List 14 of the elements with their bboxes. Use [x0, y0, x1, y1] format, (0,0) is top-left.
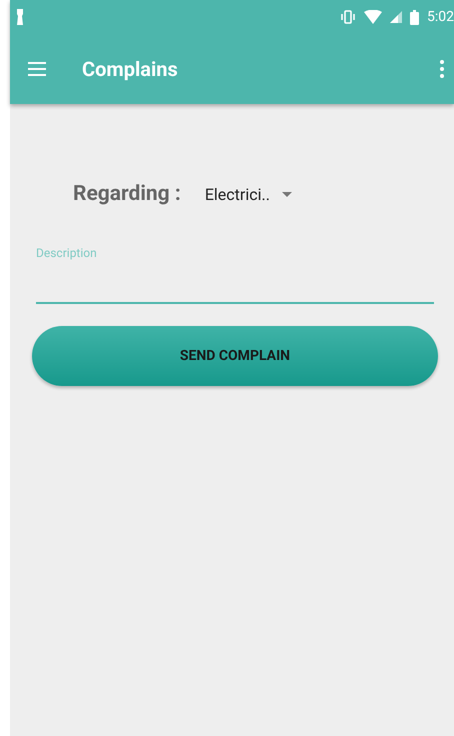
signal-icon — [390, 11, 402, 23]
dropdown-arrow-icon — [282, 192, 292, 196]
wifi-icon — [364, 10, 382, 24]
vibrate-icon — [340, 10, 356, 24]
battery-icon — [410, 10, 419, 24]
status-time: 5:02 — [427, 9, 454, 25]
regarding-label: Regarding : — [73, 182, 181, 206]
menu-icon[interactable] — [28, 62, 46, 76]
send-complain-button[interactable]: SEND COMPLAIN — [32, 326, 438, 386]
category-dropdown[interactable]: Electrici.. — [204, 184, 292, 204]
description-label: Description — [36, 246, 98, 260]
more-options-icon[interactable] — [440, 60, 444, 78]
screen-title: Complains — [82, 57, 179, 81]
keyhole-icon — [16, 9, 24, 25]
